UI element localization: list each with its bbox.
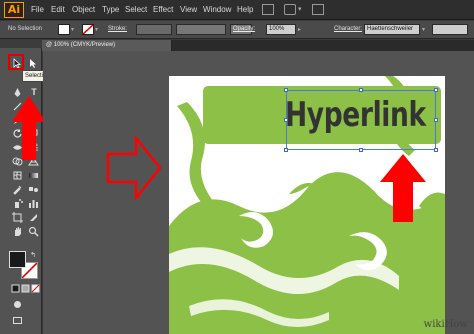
menu-select[interactable]: Select — [125, 5, 147, 14]
bridge-icon[interactable] — [262, 4, 274, 15]
bbox-handle-top-center[interactable] — [359, 88, 363, 92]
selection-bounding-box[interactable] — [286, 90, 436, 150]
bbox-handle-middle-left[interactable] — [284, 118, 288, 122]
font-family-field[interactable]: Haettenschweiler — [364, 24, 420, 35]
selection-status: No Selection — [8, 26, 43, 32]
opacity-panel-link[interactable]: Opacity: — [233, 26, 255, 32]
app-logo: Ai — [4, 2, 24, 18]
fill-color-swatch[interactable] — [9, 251, 26, 268]
symbol-sprayer-tool-icon[interactable] — [11, 197, 23, 209]
no-stroke-icon — [83, 25, 93, 34]
menu-file[interactable]: File — [31, 5, 44, 14]
bbox-handle-top-right[interactable] — [434, 88, 438, 92]
document-tab-bar: @ 100% (CMYK/Preview) — [42, 40, 474, 51]
chevron-down-icon[interactable]: ▾ — [422, 26, 425, 33]
right-arrow-annotation-outline — [106, 136, 162, 200]
character-panel-link[interactable]: Character: — [334, 26, 362, 32]
artboard-tool-icon[interactable] — [11, 211, 23, 223]
bbox-handle-bottom-right[interactable] — [434, 148, 438, 152]
eyedropper-tool-icon[interactable] — [11, 183, 23, 195]
gradient-tool-icon[interactable] — [27, 169, 39, 181]
swap-colors-icon[interactable]: ↰ — [27, 250, 39, 262]
selection-tool-highlight — [8, 54, 24, 70]
chevron-right-icon[interactable]: ▸ — [298, 26, 301, 33]
tab-document[interactable]: @ 100% (CMYK/Preview) — [42, 40, 172, 51]
workspace-icon[interactable] — [312, 4, 324, 15]
variable-width-profile[interactable] — [176, 24, 226, 35]
chevron-down-icon[interactable]: ▾ — [298, 5, 302, 13]
direct-selection-tool-icon[interactable] — [27, 57, 39, 69]
bbox-handle-middle-right[interactable] — [434, 118, 438, 122]
slice-tool-icon[interactable] — [27, 211, 39, 223]
screen-mode-icon[interactable] — [11, 314, 23, 326]
opacity-field[interactable]: 100% — [266, 24, 296, 35]
menu-effect[interactable]: Effect — [153, 5, 173, 14]
arrange-documents-icon[interactable] — [284, 4, 296, 15]
bbox-handle-bottom-center[interactable] — [359, 148, 363, 152]
chevron-down-icon[interactable]: ▾ — [71, 26, 74, 33]
control-bar: No Selection ▾ ▾ Stroke: Opacity: 100% ▸… — [0, 21, 474, 39]
font-style-field[interactable] — [432, 24, 468, 35]
bbox-handle-bottom-left[interactable] — [284, 148, 288, 152]
zoom-tool-icon[interactable] — [27, 225, 39, 237]
column-graph-tool-icon[interactable] — [27, 197, 39, 209]
stroke-swatch[interactable] — [82, 24, 94, 35]
fill-swatch[interactable] — [58, 24, 70, 35]
draw-mode-icon[interactable] — [11, 298, 23, 310]
none-mode-icon[interactable] — [29, 282, 41, 294]
hand-tool-icon[interactable] — [11, 225, 23, 237]
watermark: wikiHow — [423, 319, 468, 330]
menu-edit[interactable]: Edit — [51, 5, 65, 14]
menu-object[interactable]: Object — [72, 5, 95, 14]
up-arrow-annotation-right — [380, 154, 426, 222]
stroke-panel-link[interactable]: Stroke: — [108, 26, 127, 32]
menu-view[interactable]: View — [180, 5, 197, 14]
blend-tool-icon[interactable] — [27, 183, 39, 195]
menu-window[interactable]: Window — [203, 5, 231, 14]
up-arrow-annotation-left — [12, 96, 46, 160]
menu-type[interactable]: Type — [102, 5, 119, 14]
chevron-down-icon[interactable]: ▾ — [95, 26, 98, 33]
menu-bar: Ai File Edit Object Type Select Effect V… — [0, 0, 474, 20]
tools-panel-header[interactable] — [0, 40, 42, 48]
bbox-handle-top-left[interactable] — [284, 88, 288, 92]
menu-help[interactable]: Help — [237, 5, 253, 14]
stroke-weight-field[interactable] — [136, 24, 172, 35]
mesh-tool-icon[interactable] — [11, 169, 23, 181]
